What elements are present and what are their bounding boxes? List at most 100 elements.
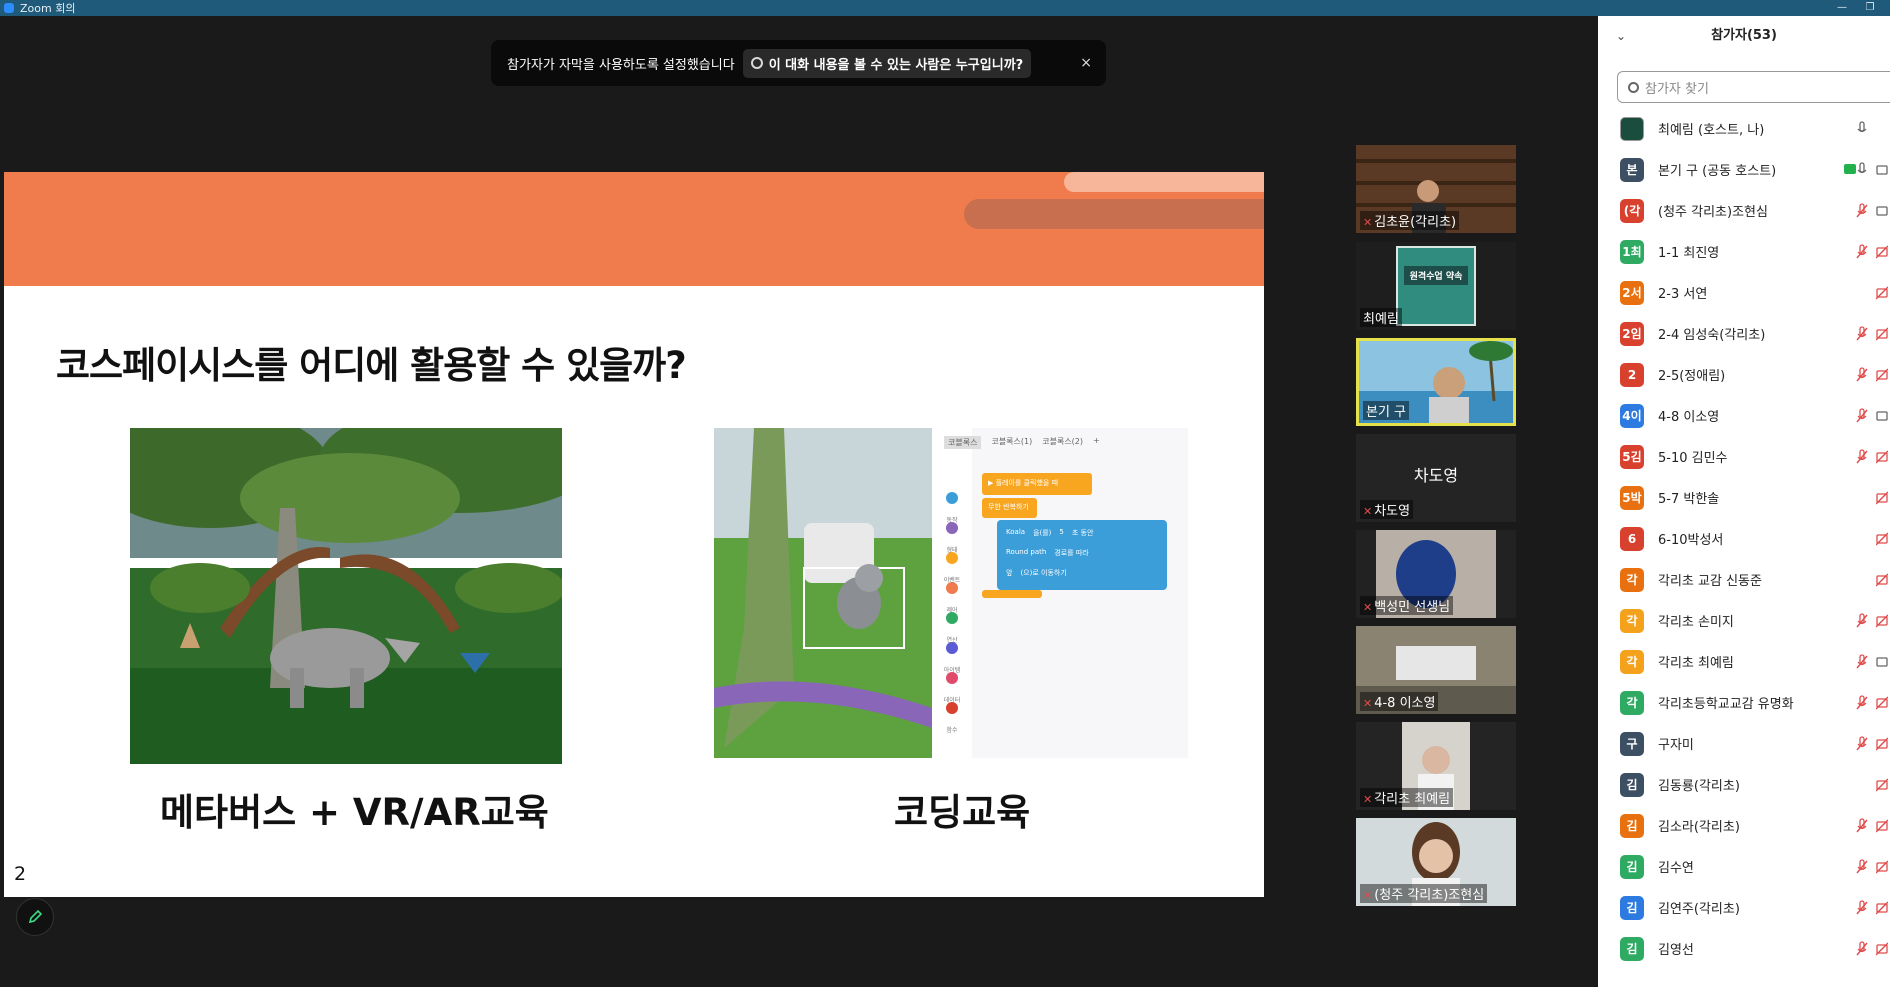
- participant-name: 2-3 서연: [1658, 287, 1708, 302]
- video-tile[interactable]: ✕ 김초윤(각리초): [1356, 145, 1516, 233]
- tile-name: ✕ 차도영: [1360, 500, 1414, 519]
- video-off-icon[interactable]: [1875, 572, 1890, 588]
- video-off-icon[interactable]: [1875, 449, 1890, 465]
- participant-row[interactable]: 본 본기 구 (공동 호스트): [1598, 149, 1890, 190]
- participant-row[interactable]: 5김 5-10 김민수: [1598, 436, 1890, 477]
- block-label: (으)로 이동하기: [1020, 569, 1067, 577]
- participants-header: 참가자(53): [1711, 28, 1777, 43]
- video-tile[interactable]: ✕ (청주 각리초)조현심: [1356, 818, 1516, 906]
- video-tile[interactable]: 차도영 ✕ 차도영: [1356, 434, 1516, 522]
- participant-row[interactable]: 각 각리초등학교교감 유명화: [1598, 682, 1890, 723]
- participant-row[interactable]: 2임 2-4 임성숙(각리초): [1598, 313, 1890, 354]
- participant-row[interactable]: 김 김소라(각리초): [1598, 805, 1890, 846]
- participant-name: 5-10 김민수: [1658, 451, 1728, 466]
- mic-icon[interactable]: [1856, 121, 1870, 137]
- restore-button[interactable]: ❐: [1858, 0, 1882, 16]
- poster-title: 원격수업 약속: [1404, 266, 1468, 285]
- mic-muted-icon[interactable]: [1856, 859, 1870, 875]
- participant-row[interactable]: 5박 5-7 박한솔: [1598, 477, 1890, 518]
- video-off-icon[interactable]: [1875, 285, 1890, 301]
- annotate-pen-button[interactable]: [16, 898, 54, 936]
- participant-row[interactable]: 김 김영선: [1598, 928, 1890, 969]
- participant-row[interactable]: 각 각리초 교감 신동준: [1598, 559, 1890, 600]
- participant-row[interactable]: 2 2-5(정애림): [1598, 354, 1890, 395]
- video-tile-active-speaker[interactable]: 본기 구: [1356, 338, 1516, 426]
- participant-avatar: 본: [1620, 157, 1644, 182]
- minimize-button[interactable]: —: [1830, 0, 1854, 16]
- participant-row[interactable]: 각 각리초 최예림: [1598, 641, 1890, 682]
- video-off-icon[interactable]: [1875, 736, 1890, 752]
- participant-name: 2-5(정애림): [1658, 369, 1726, 384]
- video-tile[interactable]: 원격수업 약속 최예림: [1356, 242, 1516, 330]
- video-off-icon[interactable]: [1875, 531, 1890, 547]
- mic-muted-icon[interactable]: [1856, 736, 1870, 752]
- tile-name: ✕ 김초윤(각리초): [1360, 211, 1460, 230]
- participant-avatar: 김: [1620, 936, 1644, 961]
- participant-row[interactable]: 구 구자미: [1598, 723, 1890, 764]
- close-icon[interactable]: ×: [1080, 55, 1092, 71]
- video-off-icon[interactable]: [1875, 244, 1890, 260]
- mic-muted-icon[interactable]: [1856, 654, 1870, 670]
- participant-name: 4-8 이소영: [1658, 410, 1720, 425]
- mic-muted-icon[interactable]: [1856, 613, 1870, 629]
- participant-search-input[interactable]: 참가자 찾기: [1617, 71, 1890, 103]
- mic-muted-icon[interactable]: [1856, 818, 1870, 834]
- caption-banner-message: 참가자가 자막을 사용하도록 설정했습니다: [507, 57, 735, 73]
- video-off-icon[interactable]: [1875, 367, 1890, 383]
- mic-muted-icon[interactable]: [1856, 244, 1870, 260]
- video-icon[interactable]: [1876, 408, 1890, 424]
- mic-icon[interactable]: [1856, 162, 1870, 178]
- video-off-icon[interactable]: [1875, 818, 1890, 834]
- video-tile[interactable]: ✕ 백성민 선생님: [1356, 530, 1516, 618]
- slide-page-number: 2: [14, 863, 27, 885]
- tile-name: ✕ 각리초 최예림: [1360, 788, 1454, 807]
- video-tile[interactable]: ✕ 4-8 이소영: [1356, 626, 1516, 714]
- participant-avatar: [1620, 116, 1644, 141]
- participant-row[interactable]: 1최 1-1 최진영: [1598, 231, 1890, 272]
- category-label: 제어: [946, 607, 958, 614]
- video-off-icon[interactable]: [1875, 695, 1890, 711]
- mic-muted-icon[interactable]: [1856, 695, 1870, 711]
- video-tile[interactable]: ✕ 각리초 최예림: [1356, 722, 1516, 810]
- video-off-icon[interactable]: [1875, 326, 1890, 342]
- video-off-icon[interactable]: [1875, 613, 1890, 629]
- mic-muted-icon[interactable]: [1856, 408, 1870, 424]
- video-off-icon[interactable]: [1875, 941, 1890, 957]
- slide-deco-bar: [1064, 172, 1264, 192]
- mic-muted-icon[interactable]: [1856, 900, 1870, 916]
- mic-muted-icon[interactable]: [1856, 449, 1870, 465]
- participant-row[interactable]: 최예림 (호스트, 나): [1598, 108, 1890, 149]
- who-can-see-button[interactable]: 이 대화 내용을 볼 수 있는 사람은 누구입니까?: [742, 48, 1032, 78]
- video-off-icon[interactable]: [1875, 859, 1890, 875]
- slide-deco-bar: [964, 199, 1264, 229]
- participant-name: 6-10박성서: [1658, 533, 1724, 548]
- mic-muted-icon[interactable]: [1856, 367, 1870, 383]
- mic-muted-icon[interactable]: [1856, 941, 1870, 957]
- block-label: 경로를 따라: [1054, 549, 1089, 557]
- participant-name: 5-7 박한솔: [1658, 492, 1720, 507]
- participant-row[interactable]: 2서 2-3 서연: [1598, 272, 1890, 313]
- category-label: 연산: [946, 637, 958, 644]
- video-icon[interactable]: [1876, 162, 1890, 178]
- participant-row[interactable]: 김 김연주(각리초): [1598, 887, 1890, 928]
- participant-row[interactable]: 김 김동룡(각리초): [1598, 764, 1890, 805]
- tile-name: ✕ (청주 각리초)조현심: [1360, 884, 1488, 903]
- participant-row[interactable]: (각 (청주 각리초)조현심: [1598, 190, 1890, 231]
- video-off-icon[interactable]: [1875, 777, 1890, 793]
- mic-muted-icon[interactable]: [1856, 326, 1870, 342]
- category-label: 형태: [946, 547, 958, 554]
- search-icon: [1628, 81, 1639, 93]
- participant-avatar: 각: [1620, 690, 1644, 715]
- video-icon[interactable]: [1876, 654, 1890, 670]
- participant-row[interactable]: 6 6-10박성서: [1598, 518, 1890, 559]
- who-can-see-label: 이 대화 내용을 볼 수 있는 사람은 누구입니까?: [768, 57, 1024, 73]
- participant-row[interactable]: 김 김수연: [1598, 846, 1890, 887]
- category-label: 이벤트: [943, 577, 961, 584]
- video-off-icon[interactable]: [1875, 900, 1890, 916]
- participant-row[interactable]: 각 각리초 손미지: [1598, 600, 1890, 641]
- participant-row[interactable]: 4이 4-8 이소영: [1598, 395, 1890, 436]
- mic-muted-icon[interactable]: [1856, 203, 1870, 219]
- block-categories: 동작 형태 이벤트 제어 연산 아이템 데이터 함수: [934, 506, 970, 746]
- video-icon[interactable]: [1876, 203, 1890, 219]
- video-off-icon[interactable]: [1875, 490, 1890, 506]
